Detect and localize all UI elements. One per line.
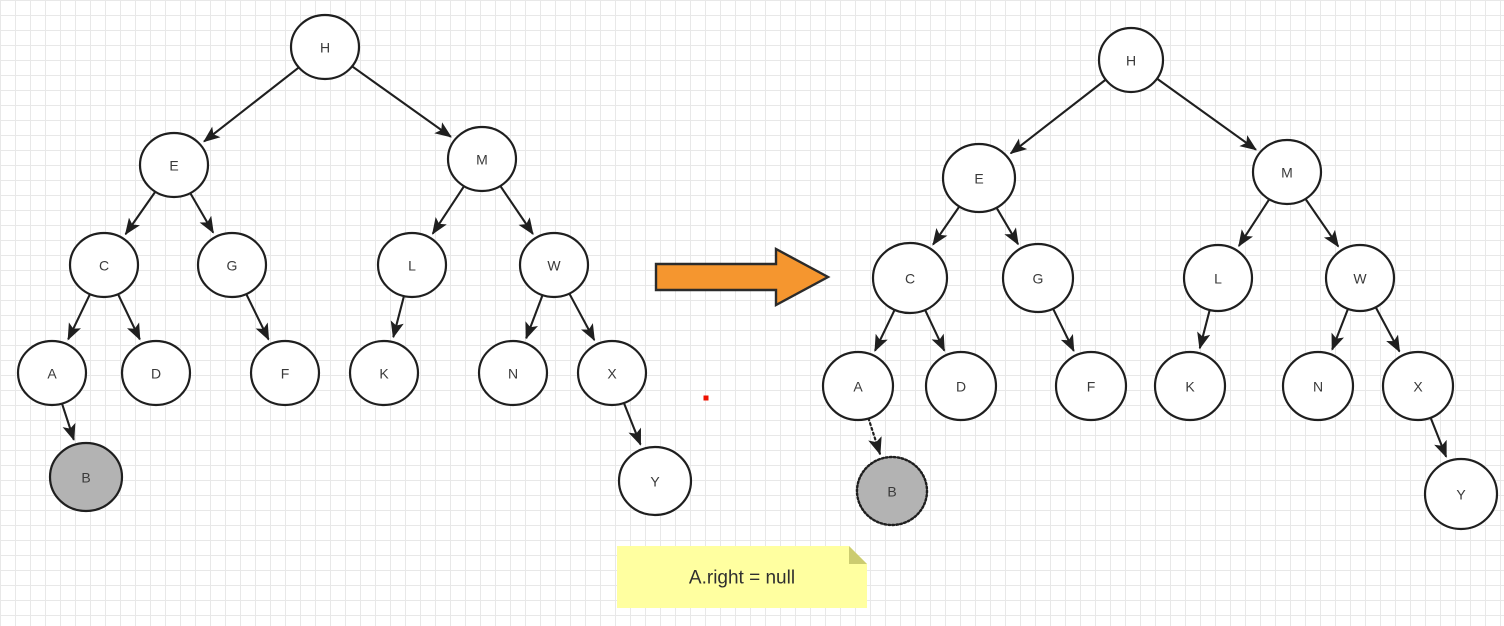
tree-node-label-n: N	[1313, 379, 1323, 395]
tree-node-k[interactable]: K	[1153, 350, 1227, 422]
tree-node-label-f: F	[1087, 379, 1096, 395]
tree-node-label-y: Y	[1456, 487, 1466, 503]
tree-node-k[interactable]: K	[348, 339, 420, 407]
tree-node-label-k: K	[379, 366, 389, 382]
tree-node-label-m: M	[476, 152, 488, 168]
tree-edge-g-f	[1052, 308, 1075, 352]
tree-edge-m-w	[499, 185, 534, 235]
transition-arrow	[654, 246, 831, 308]
sticky-note-text: A.right = null	[689, 568, 795, 589]
tree-node-d[interactable]: D	[924, 350, 998, 422]
tree-edge-e-g	[995, 207, 1019, 246]
tree-node-d[interactable]: D	[120, 339, 192, 407]
tree-node-label-e: E	[974, 171, 983, 187]
tree-node-label-b: B	[81, 470, 90, 486]
tree-node-g[interactable]: G	[196, 231, 268, 299]
sticky-note[interactable]: A.right = null	[617, 546, 867, 608]
tree-edge-e-c	[932, 205, 961, 246]
tree-node-label-f: F	[281, 366, 290, 382]
tree-node-g[interactable]: G	[1001, 242, 1075, 314]
transition-arrow-shape	[654, 246, 831, 308]
tree-node-w[interactable]: W	[518, 231, 590, 299]
diagram-svg: H E M C G L W A D F K N X B Y H E M C G L W A D F K N X B Y A.right …	[16, 13, 1499, 608]
tree-node-label-n: N	[508, 366, 518, 382]
tree-edge-e-g	[189, 192, 215, 234]
tree-node-label-m: M	[1281, 165, 1293, 181]
tree-node-m[interactable]: M	[446, 125, 518, 193]
tree-node-w[interactable]: W	[1324, 243, 1396, 313]
tree-node-label-h: H	[1126, 53, 1136, 69]
tree-node-label-c: C	[905, 271, 915, 287]
tree-edge-a-b	[61, 403, 76, 441]
tree-node-f[interactable]: F	[1054, 350, 1128, 422]
tree-node-label-y: Y	[650, 474, 660, 490]
tree-node-b[interactable]: B	[855, 455, 929, 527]
tree-edge-h-e	[203, 66, 300, 143]
tree-edge-a-b	[867, 417, 882, 456]
diagram-canvas: H E M C G L W A D F K N X B Y H E M C G L W A D F K N X B Y A.right …	[0, 0, 1504, 626]
tree-node-label-g: G	[227, 258, 238, 274]
tree-node-l[interactable]: L	[376, 231, 448, 299]
tree-after-panel: H E M C G L W A D F K N X B Y	[821, 26, 1499, 531]
tree-edge-m-l	[431, 185, 465, 235]
tree-edge-m-w	[1304, 198, 1340, 248]
tree-edge-g-f	[245, 293, 270, 341]
tree-edge-h-m	[1156, 77, 1257, 151]
sticky-note-fold-corner	[849, 546, 867, 564]
tree-node-m[interactable]: M	[1251, 138, 1323, 206]
tree-node-label-l: L	[1214, 271, 1222, 287]
tree-edge-l-k	[1197, 309, 1211, 350]
red-marker-dot	[703, 395, 709, 401]
tree-node-label-w: W	[547, 258, 561, 274]
tree-node-label-x: X	[1413, 379, 1423, 395]
tree-edge-c-d	[924, 309, 946, 352]
tree-edge-c-d	[117, 293, 141, 341]
tree-node-h[interactable]: H	[289, 13, 361, 81]
tree-node-n[interactable]: N	[477, 339, 549, 407]
tree-edge-w-x	[1374, 306, 1401, 353]
tree-node-y[interactable]: Y	[1423, 457, 1499, 531]
tree-node-c[interactable]: C	[68, 231, 140, 299]
tree-edge-w-n	[1331, 308, 1349, 351]
tree-node-label-k: K	[1185, 379, 1195, 395]
tree-node-label-x: X	[607, 366, 617, 382]
tree-before-panel: H E M C G L W A D F K N X B Y	[16, 13, 693, 517]
tree-node-label-e: E	[169, 158, 178, 174]
tree-node-label-g: G	[1033, 271, 1044, 287]
tree-edge-w-x	[568, 293, 596, 342]
tree-node-a[interactable]: A	[16, 339, 88, 407]
tree-node-x[interactable]: X	[576, 339, 648, 407]
tree-node-label-d: D	[151, 366, 161, 382]
tree-node-a[interactable]: A	[821, 350, 895, 422]
tree-node-x[interactable]: X	[1381, 350, 1455, 422]
tree-node-c[interactable]: C	[871, 241, 949, 315]
tree-node-e[interactable]: E	[941, 142, 1017, 214]
tree-node-y[interactable]: Y	[617, 445, 693, 517]
tree-node-n[interactable]: N	[1281, 350, 1355, 422]
tree-node-label-a: A	[853, 379, 863, 395]
tree-node-h[interactable]: H	[1097, 26, 1165, 94]
tree-node-label-b: B	[887, 484, 896, 500]
tree-node-e[interactable]: E	[138, 131, 210, 199]
tree-node-f[interactable]: F	[249, 339, 321, 407]
tree-node-l[interactable]: L	[1182, 243, 1254, 313]
tree-edge-x-y	[622, 402, 642, 446]
tree-edge-c-a	[67, 293, 91, 341]
tree-node-label-l: L	[408, 258, 416, 274]
tree-node-b[interactable]: B	[48, 441, 124, 513]
tree-edge-h-e	[1009, 78, 1107, 155]
tree-node-label-w: W	[1353, 271, 1367, 287]
tree-edge-c-a	[874, 309, 896, 352]
tree-node-label-h: H	[320, 40, 330, 56]
tree-edge-w-n	[525, 294, 544, 340]
tree-edge-h-m	[351, 65, 452, 138]
tree-node-label-d: D	[956, 379, 966, 395]
tree-edge-e-c	[124, 191, 157, 236]
tree-node-label-a: A	[47, 366, 57, 382]
tree-node-label-c: C	[99, 258, 109, 274]
tree-edge-x-y	[1429, 417, 1448, 458]
tree-edge-l-k	[390, 295, 405, 339]
tree-edge-m-l	[1238, 198, 1271, 247]
